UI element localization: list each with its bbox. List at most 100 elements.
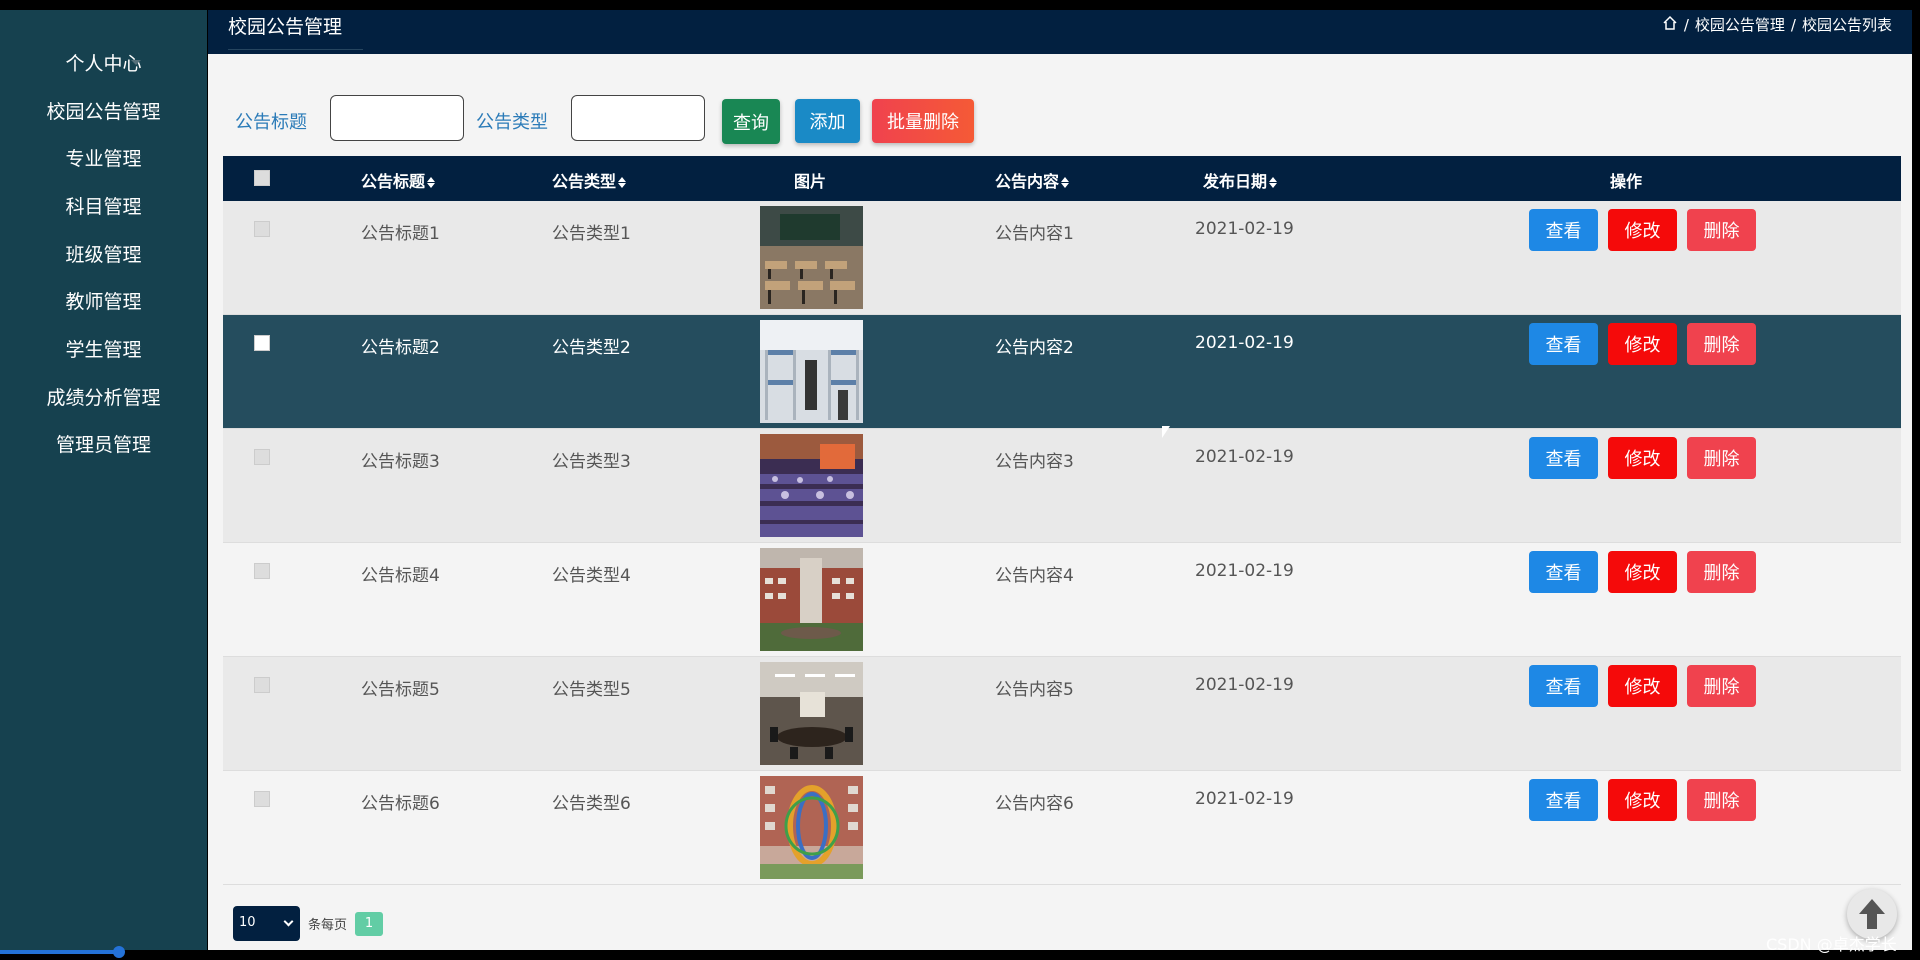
column-header-date[interactable]: 发布日期	[1203, 168, 1278, 192]
row-checkbox[interactable]	[254, 335, 270, 351]
view-button[interactable]: 查看	[1529, 551, 1598, 593]
auditorium-photo	[760, 434, 863, 537]
query-button[interactable]: 查询	[722, 99, 780, 144]
cell-title: 公告标题3	[361, 452, 440, 472]
table-row: 公告标题3 公告类型3 公告内容3 2021-02-19 查看 修改 删除	[223, 429, 1901, 543]
table-row: 公告标题1 公告类型1 公告内容1 2021-02-19 查看 修改 删除	[223, 201, 1901, 315]
edit-button[interactable]: 修改	[1608, 437, 1677, 479]
dormitory-photo	[760, 320, 863, 423]
page-size-select[interactable]: 10	[233, 906, 300, 941]
sidebar-item-notice-management[interactable]: 校园公告管理	[0, 90, 207, 130]
sidebar-item-admin-management[interactable]: 管理员管理	[0, 423, 207, 463]
campus-building-photo	[760, 548, 863, 651]
chevron-down-icon	[131, 203, 141, 208]
chevron-down-icon	[131, 251, 141, 256]
batch-delete-button[interactable]: 批量删除	[872, 99, 974, 143]
view-button[interactable]: 查看	[1529, 437, 1598, 479]
row-checkbox[interactable]	[254, 221, 270, 237]
table-header: 公告标题 公告类型 图片 公告内容 发布日期 操作	[223, 156, 1901, 201]
column-header-actions: 操作	[1610, 172, 1643, 191]
table-row: 公告标题5 公告类型5 公告内容5 2021-02-19 查看 修改 删除	[223, 657, 1901, 771]
sidebar-item-major-management[interactable]: 专业管理	[0, 137, 207, 177]
view-button[interactable]: 查看	[1529, 665, 1598, 707]
cell-date: 2021-02-19	[1195, 333, 1294, 353]
row-checkbox[interactable]	[254, 677, 270, 693]
sidebar-item-class-management[interactable]: 班级管理	[0, 233, 207, 273]
home-icon[interactable]	[1662, 15, 1678, 35]
pagination: 10 条每页 1	[233, 906, 384, 941]
breadcrumb-item-notice-list: 校园公告列表	[1801, 16, 1892, 34]
sort-icon	[618, 177, 627, 188]
delete-button[interactable]: 删除	[1687, 665, 1756, 707]
video-progress-bar	[0, 950, 120, 954]
breadcrumb-item-notice-management[interactable]: 校园公告管理	[1695, 14, 1785, 35]
delete-button[interactable]: 删除	[1687, 779, 1756, 821]
title-filter-input[interactable]	[330, 95, 464, 141]
cell-title: 公告标题6	[361, 794, 440, 814]
cell-title: 公告标题1	[361, 224, 440, 244]
cell-title: 公告标题4	[361, 566, 440, 586]
column-header-title[interactable]: 公告标题	[361, 168, 436, 192]
sidebar-item-subject-management[interactable]: 科目管理	[0, 185, 207, 225]
delete-button[interactable]: 删除	[1687, 551, 1756, 593]
add-button[interactable]: 添加	[795, 99, 860, 143]
chevron-down-icon	[150, 394, 160, 399]
cell-content: 公告内容2	[995, 338, 1074, 358]
row-checkbox[interactable]	[254, 563, 270, 579]
breadcrumb-separator: /	[1790, 15, 1796, 34]
view-button[interactable]: 查看	[1529, 779, 1598, 821]
mouse-cursor	[1162, 426, 1170, 438]
delete-button[interactable]: 删除	[1687, 209, 1756, 251]
sidebar-item-label: 校园公告管理	[46, 100, 161, 123]
page-button-1[interactable]: 1	[355, 911, 384, 936]
sort-icon	[1269, 177, 1278, 188]
meeting-room-photo	[760, 662, 863, 765]
sidebar-item-personal-center[interactable]: 个人中心	[0, 42, 207, 82]
sidebar: 个人中心 校园公告管理 专业管理 科目管理 班级管理 教师管理 学生管理 成绩分…	[0, 10, 207, 950]
cell-title: 公告标题2	[361, 338, 440, 358]
sidebar-item-student-management[interactable]: 学生管理	[0, 328, 207, 368]
search-bar: 公告标题 公告类型 查询 添加 批量删除	[208, 54, 1912, 159]
cell-type: 公告类型2	[552, 338, 631, 358]
view-button[interactable]: 查看	[1529, 209, 1598, 251]
select-all-checkbox[interactable]	[254, 170, 270, 186]
cell-type: 公告类型4	[552, 566, 631, 586]
chevron-down-icon	[131, 60, 141, 65]
breadcrumb: / 校园公告管理 / 校园公告列表	[1662, 14, 1892, 35]
column-header-type[interactable]: 公告类型	[552, 168, 627, 192]
sidebar-item-teacher-management[interactable]: 教师管理	[0, 280, 207, 320]
main-content: 校园公告管理 / 校园公告管理 / 校园公告列表 公告标题 公告类型 查询 添加…	[208, 10, 1912, 950]
per-page-label: 条每页	[308, 918, 348, 933]
row-checkbox[interactable]	[254, 449, 270, 465]
edit-button[interactable]: 修改	[1608, 323, 1677, 365]
type-filter-input[interactable]	[571, 95, 705, 141]
cell-type: 公告类型1	[552, 224, 631, 244]
cell-type: 公告类型5	[552, 680, 631, 700]
row-checkbox[interactable]	[254, 791, 270, 807]
title-filter-label: 公告标题	[235, 112, 307, 133]
sculpture-photo	[760, 776, 863, 879]
sort-icon	[1061, 177, 1070, 188]
edit-button[interactable]: 修改	[1608, 779, 1677, 821]
sidebar-item-label: 成绩分析管理	[46, 386, 161, 409]
view-button[interactable]: 查看	[1529, 323, 1598, 365]
type-filter-label: 公告类型	[476, 112, 548, 133]
cell-date: 2021-02-19	[1195, 789, 1294, 809]
chevron-down-icon	[131, 155, 141, 160]
cell-type: 公告类型6	[552, 794, 631, 814]
watermark: CSDN @卓杰学长	[1766, 935, 1897, 954]
edit-button[interactable]: 修改	[1608, 551, 1677, 593]
edit-button[interactable]: 修改	[1608, 665, 1677, 707]
edit-button[interactable]: 修改	[1608, 209, 1677, 251]
cell-content: 公告内容6	[995, 794, 1074, 814]
table-row: 公告标题2 公告类型2 公告内容2 2021-02-19 查看 修改 删除	[223, 315, 1901, 429]
video-progress-handle	[113, 946, 125, 958]
sidebar-item-score-analysis[interactable]: 成绩分析管理	[0, 376, 207, 416]
column-header-content[interactable]: 公告内容	[995, 168, 1070, 192]
delete-button[interactable]: 删除	[1687, 437, 1756, 479]
delete-button[interactable]: 删除	[1687, 323, 1756, 365]
notice-table: 公告标题 公告类型 图片 公告内容 发布日期 操作 公告标题1 公告类型1 公告…	[223, 156, 1901, 885]
cell-type: 公告类型3	[552, 452, 631, 472]
breadcrumb-separator: /	[1683, 15, 1689, 34]
top-bar: 校园公告管理 / 校园公告管理 / 校园公告列表	[208, 10, 1912, 54]
